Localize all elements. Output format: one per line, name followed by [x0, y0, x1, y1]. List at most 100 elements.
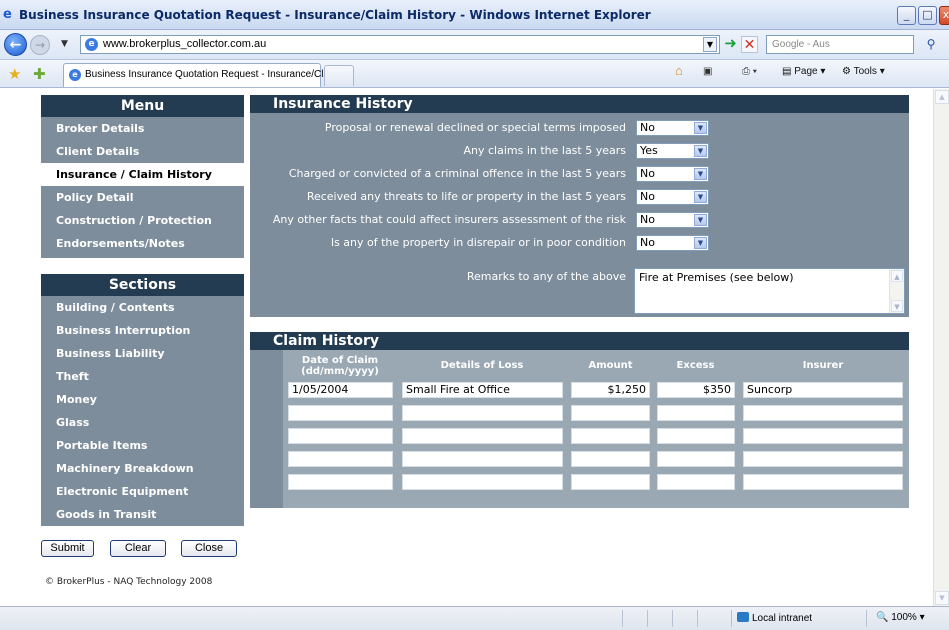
go-arrow-icon[interactable]: ➜ [722, 36, 739, 53]
scroll-up-icon[interactable]: ▲ [935, 90, 949, 104]
column-header-date: Date of Claim (dd/mm/yyyy) [301, 355, 379, 377]
add-favorites-icon[interactable]: ✚ [33, 65, 46, 83]
status-divider [672, 610, 673, 627]
menu-item-client-details[interactable]: Client Details [41, 140, 244, 163]
section-item-electronic-equipment[interactable]: Electronic Equipment [41, 480, 244, 503]
claim-details-cell[interactable] [402, 405, 563, 421]
claim-date-cell[interactable] [288, 428, 393, 444]
status-bar: Local intranet 🔍 100% ▾ [0, 606, 949, 630]
claim-details-cell[interactable]: Small Fire at Office [402, 382, 563, 398]
tools-menu[interactable]: ⚙ Tools ▾ [842, 66, 885, 77]
submit-button[interactable]: Submit [41, 540, 94, 557]
window-close-button[interactable]: x [939, 6, 949, 25]
page-icon: e [69, 69, 81, 81]
claim-amount-cell[interactable]: $1,250 [571, 382, 650, 398]
insurance-history-panel: Insurance History Proposal or renewal de… [250, 95, 909, 317]
print-icon[interactable]: ⎙ ▾ [742, 66, 757, 77]
select-disrepair[interactable]: No ▼ [636, 235, 709, 251]
page-scrollbar[interactable]: ▲ ▼ [933, 89, 949, 606]
claim-amount-cell[interactable] [571, 428, 650, 444]
claim-amount-cell[interactable] [571, 474, 650, 490]
section-item-theft[interactable]: Theft [41, 365, 244, 388]
menu-item-insurance-claim-history[interactable]: Insurance / Claim History [41, 163, 244, 186]
select-threats[interactable]: No ▼ [636, 189, 709, 205]
status-divider [866, 610, 867, 627]
select-value: No [640, 121, 655, 134]
claim-excess-cell[interactable] [657, 428, 735, 444]
forward-button[interactable]: → [30, 35, 50, 55]
claim-details-cell[interactable] [402, 474, 563, 490]
claim-history-table: Date of Claim (dd/mm/yyyy) Details of Lo… [283, 350, 909, 508]
chevron-down-icon: ▼ [694, 145, 707, 157]
select-claims[interactable]: Yes ▼ [636, 143, 709, 159]
back-button[interactable]: ← [4, 33, 27, 56]
remarks-scrollbar[interactable]: ▲ ▼ [889, 269, 904, 313]
claim-excess-cell[interactable] [657, 451, 735, 467]
stop-icon[interactable]: ✕ [741, 36, 758, 53]
section-item-portable-items[interactable]: Portable Items [41, 434, 244, 457]
claim-details-cell[interactable] [402, 428, 563, 444]
maximize-button[interactable]: □ [918, 6, 937, 25]
clear-button[interactable]: Clear [110, 540, 166, 557]
chevron-down-icon: ▼ [694, 191, 707, 203]
new-tab-button[interactable] [324, 65, 354, 86]
address-dropdown-icon[interactable]: ▼ [703, 37, 717, 52]
scroll-down-icon[interactable]: ▼ [935, 591, 949, 605]
section-item-goods-in-transit[interactable]: Goods in Transit [41, 503, 244, 526]
close-button[interactable]: Close [181, 540, 237, 557]
search-icon[interactable]: ⚲ [919, 36, 943, 53]
claim-date-cell[interactable] [288, 451, 393, 467]
minimize-button[interactable]: _ [897, 6, 916, 25]
claim-excess-cell[interactable] [657, 474, 735, 490]
address-toolbar: ← → ▼ e www.brokerplus_collector.com.au … [0, 30, 949, 60]
home-icon[interactable]: ⌂ [675, 63, 683, 78]
claim-date-cell[interactable] [288, 405, 393, 421]
status-divider [697, 610, 698, 627]
menu-item-broker-details[interactable]: Broker Details [41, 117, 244, 140]
claim-excess-cell[interactable]: $350 [657, 382, 735, 398]
scroll-down-icon[interactable]: ▼ [891, 300, 903, 312]
menu-item-policy-detail[interactable]: Policy Detail [41, 186, 244, 209]
favorites-star-icon[interactable]: ★ [8, 65, 21, 83]
claim-insurer-cell[interactable]: Suncorp [743, 382, 903, 398]
remarks-value: Fire at Premises (see below) [639, 271, 794, 284]
claim-amount-cell[interactable] [571, 405, 650, 421]
zoom-control[interactable]: 🔍 100% ▾ [876, 612, 925, 623]
claim-date-cell[interactable] [288, 474, 393, 490]
claim-insurer-cell[interactable] [743, 405, 903, 421]
address-url: www.brokerplus_collector.com.au [103, 38, 267, 50]
column-header-details: Details of Loss [440, 360, 524, 371]
section-item-glass[interactable]: Glass [41, 411, 244, 434]
recent-pages-dropdown-icon[interactable]: ▼ [61, 39, 68, 49]
claim-insurer-cell[interactable] [743, 474, 903, 490]
tab-active[interactable]: e Business Insurance Quotation Request -… [63, 63, 332, 87]
claim-insurer-cell[interactable] [743, 428, 903, 444]
claim-insurer-cell[interactable] [743, 451, 903, 467]
claim-history-heading: Claim History [250, 332, 909, 350]
feeds-icon[interactable]: ▣ [703, 66, 712, 77]
claim-excess-cell[interactable] [657, 405, 735, 421]
claim-date-cell[interactable]: 1/05/2004 [288, 382, 393, 398]
select-declined[interactable]: No ▼ [636, 120, 709, 136]
search-input[interactable]: Google - Aus [766, 35, 914, 54]
claim-amount-cell[interactable] [571, 451, 650, 467]
page-content: Menu Broker Details Client Details Insur… [0, 89, 949, 606]
select-value: No [640, 236, 655, 249]
section-item-business-interruption[interactable]: Business Interruption [41, 319, 244, 342]
section-item-machinery-breakdown[interactable]: Machinery Breakdown [41, 457, 244, 480]
scroll-up-icon[interactable]: ▲ [891, 270, 903, 282]
claim-details-cell[interactable] [402, 451, 563, 467]
remarks-textarea[interactable]: Fire at Premises (see below) ▲ ▼ [634, 268, 905, 314]
select-criminal[interactable]: No ▼ [636, 166, 709, 182]
tab-toolbar: ★ ✚ e Business Insurance Quotation Reque… [0, 60, 949, 88]
question-label-claims: Any claims in the last 5 years [463, 144, 626, 157]
column-header-insurer: Insurer [802, 360, 844, 371]
page-menu[interactable]: ▤ Page ▾ [782, 66, 825, 77]
section-item-building-contents[interactable]: Building / Contents [41, 296, 244, 319]
menu-item-construction-protection[interactable]: Construction / Protection [41, 209, 244, 232]
section-item-business-liability[interactable]: Business Liability [41, 342, 244, 365]
address-input[interactable]: e www.brokerplus_collector.com.au [80, 35, 720, 54]
select-other-facts[interactable]: No ▼ [636, 212, 709, 228]
section-item-money[interactable]: Money [41, 388, 244, 411]
menu-item-endorsements-notes[interactable]: Endorsements/Notes [41, 232, 244, 255]
